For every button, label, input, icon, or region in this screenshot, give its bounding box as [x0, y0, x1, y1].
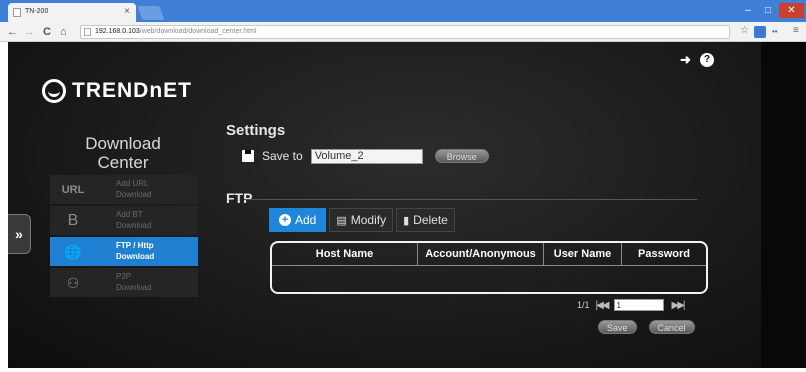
- browse-button[interactable]: Browse: [434, 149, 489, 163]
- column-header-host-name[interactable]: Host Name: [272, 243, 418, 266]
- pagination: 1/1 |◀◀ ▶▶|: [577, 298, 689, 312]
- ftp-table: Host Name Account/Anonymous User Name Pa…: [270, 241, 708, 294]
- table-header: Host Name Account/Anonymous User Name Pa…: [272, 243, 706, 266]
- window-maximize-button[interactable]: □: [758, 3, 778, 18]
- section-title-line2: Center: [97, 153, 149, 172]
- globe-icon: 🌐: [64, 244, 82, 260]
- section-title-line1: Download: [85, 134, 161, 153]
- sidebar-item-label: P2P Download: [116, 272, 152, 292]
- sidebar-menu: URL Add URL Download B Add BT Download 🌐 F…: [50, 175, 198, 299]
- tab-close-icon[interactable]: ×: [124, 6, 130, 17]
- trendnet-logo: TRENDnET: [42, 78, 192, 104]
- section-title: Download Center: [48, 134, 198, 172]
- browser-toolbar: ← → C ⌂ 192.168.0.103/web/download/downl…: [0, 22, 806, 42]
- browser-tab-strip: TN-200 × – □ ✕: [0, 0, 806, 22]
- browser-tab[interactable]: TN-200 ×: [8, 3, 136, 22]
- settings-heading: Settings: [226, 122, 286, 139]
- ftp-action-bar: + Add ▤ Modify ▮ Delete: [269, 208, 458, 232]
- save-button[interactable]: Save: [598, 320, 637, 334]
- address-bar[interactable]: 192.168.0.103/web/download/download_cent…: [80, 25, 730, 39]
- right-dark-panel: [761, 42, 806, 368]
- plus-icon: +: [279, 214, 291, 226]
- trash-icon: ▮: [403, 214, 410, 227]
- sidebar-item-p2p-download[interactable]: ⚇ P2P Download: [50, 268, 198, 297]
- delete-button[interactable]: ▮ Delete: [396, 208, 455, 232]
- url-host: 192.168.0.103: [95, 28, 140, 35]
- url-icon: URL: [61, 184, 85, 196]
- page-icon: [84, 28, 91, 36]
- save-to-field[interactable]: [310, 148, 423, 164]
- reload-icon[interactable]: C: [43, 25, 51, 39]
- help-icon[interactable]: ?: [700, 53, 714, 67]
- sidebar-expand-button[interactable]: »: [8, 214, 31, 254]
- add-button[interactable]: + Add: [269, 208, 327, 232]
- logout-icon[interactable]: ➜: [680, 52, 691, 68]
- floppy-disk-icon: [242, 150, 254, 162]
- sidebar-item-label: FTP / Http Download: [116, 241, 155, 261]
- column-header-user-name[interactable]: User Name: [544, 243, 622, 266]
- web-page: ➜ ? TRENDnET » Download Center URL Add U…: [0, 42, 806, 372]
- extension-dots-icon[interactable]: ••: [772, 27, 778, 36]
- edit-icon: ▤: [336, 214, 347, 227]
- sidebar-item-bt-download[interactable]: B Add BT Download: [50, 206, 198, 235]
- trendnet-logo-mark-icon: [42, 79, 66, 103]
- column-header-account[interactable]: Account/Anonymous: [418, 243, 544, 266]
- p2p-users-icon: ⚇: [66, 275, 80, 291]
- back-icon[interactable]: ←: [7, 25, 18, 39]
- form-buttons: Save Cancel: [598, 320, 707, 334]
- nas-app: ➜ ? TRENDnET » Download Center URL Add U…: [8, 42, 761, 368]
- url-path: /web/download/download_center.html: [139, 28, 257, 35]
- save-to-row: Save to Browse: [242, 148, 489, 164]
- bittorrent-icon: B: [67, 212, 79, 229]
- add-button-label: Add: [295, 213, 317, 227]
- browser-menu-icon[interactable]: ≡: [793, 25, 799, 36]
- page-count: 1/1: [577, 300, 590, 310]
- ftp-heading: FTP: [226, 190, 253, 206]
- extension-icon[interactable]: [754, 26, 766, 38]
- sidebar-item-url-download[interactable]: URL Add URL Download: [50, 175, 198, 204]
- delete-button-label: Delete: [413, 213, 448, 227]
- sidebar-item-ftp-http-download[interactable]: 🌐 FTP / Http Download: [50, 237, 198, 266]
- sidebar-item-label: Add BT Download: [116, 210, 152, 230]
- save-to-label: Save to: [262, 149, 303, 163]
- cancel-button[interactable]: Cancel: [648, 320, 695, 334]
- bookmark-star-icon[interactable]: ☆: [740, 25, 749, 36]
- window-close-button[interactable]: ✕: [779, 3, 804, 18]
- brand-name: TRENDnET: [72, 79, 192, 102]
- page-number-input[interactable]: [613, 299, 664, 311]
- forward-icon[interactable]: →: [24, 25, 35, 39]
- browser-tab-title: TN-200: [25, 8, 49, 15]
- last-page-icon[interactable]: ▶▶|: [672, 300, 686, 311]
- sidebar-item-label: Add URL Download: [116, 179, 152, 199]
- page-favicon-icon: [13, 8, 21, 17]
- modify-button[interactable]: ▤ Modify: [329, 208, 394, 232]
- home-icon[interactable]: ⌂: [60, 25, 67, 39]
- first-page-icon[interactable]: |◀◀: [596, 300, 610, 311]
- window-minimize-button[interactable]: –: [738, 3, 758, 18]
- new-tab-button[interactable]: [137, 6, 165, 20]
- column-header-password[interactable]: Password: [622, 243, 706, 266]
- ftp-divider: [244, 199, 697, 200]
- modify-button-label: Modify: [350, 213, 387, 227]
